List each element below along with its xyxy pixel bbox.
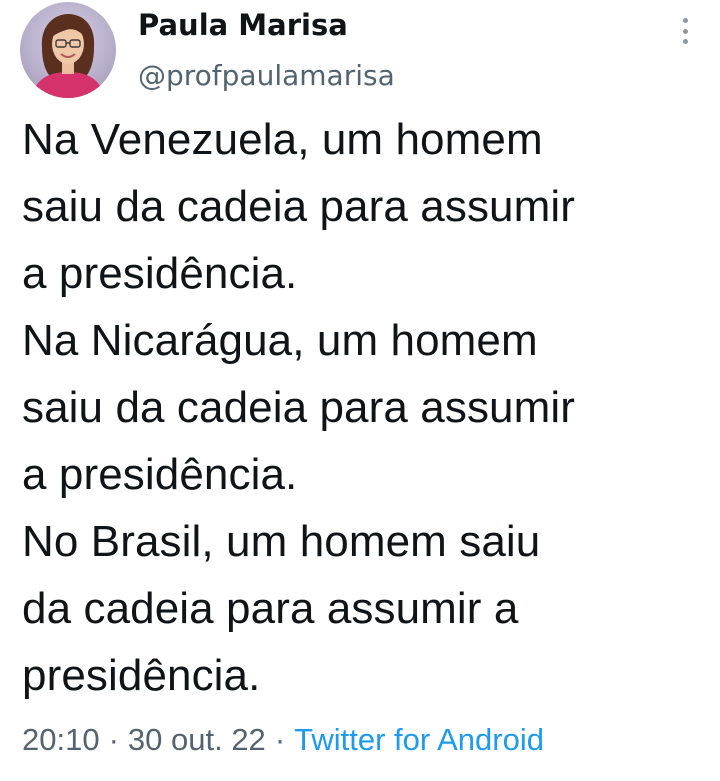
tweet-text-line: presidência. xyxy=(22,651,261,700)
avatar[interactable] xyxy=(20,2,116,98)
author-handle[interactable]: @profpaulamarisa xyxy=(138,58,395,94)
author-name[interactable]: Paula Marisa xyxy=(138,7,348,43)
tweet-meta: 20:10 · 30 out. 22 · Twitter for Android xyxy=(22,720,544,760)
meta-separator: · xyxy=(274,722,286,757)
tweet-date[interactable]: 30 out. 22 xyxy=(128,722,266,757)
tweet-text-line: saiu da cadeia para assumir xyxy=(22,182,576,231)
more-dot xyxy=(682,28,688,34)
more-dot xyxy=(682,18,688,23)
meta-separator: · xyxy=(108,722,119,757)
tweet-time[interactable]: 20:10 xyxy=(22,722,100,757)
tweet-text-line: Na Venezuela, um homem xyxy=(22,115,543,164)
more-vertical-icon[interactable] xyxy=(674,18,696,44)
tweet-source-link[interactable]: Twitter for Android xyxy=(294,722,544,757)
more-dot xyxy=(682,39,688,44)
tweet-card: Paula Marisa @profpaulamarisa Na Venezue… xyxy=(0,0,720,781)
tweet-text-line: a presidência. xyxy=(22,249,298,298)
tweet-text-line: saiu da cadeia para assumir xyxy=(22,383,576,432)
tweet-text: Na Venezuela, um homem saiu da cadeia pa… xyxy=(22,106,702,709)
tweet-text-line: a presidência. xyxy=(22,450,298,499)
tweet-text-line: Na Nicarágua, um homem xyxy=(22,316,538,365)
tweet-text-line: da cadeia para assumir a xyxy=(22,584,519,633)
tweet-text-line: No Brasil, um homem saiu xyxy=(22,517,541,566)
